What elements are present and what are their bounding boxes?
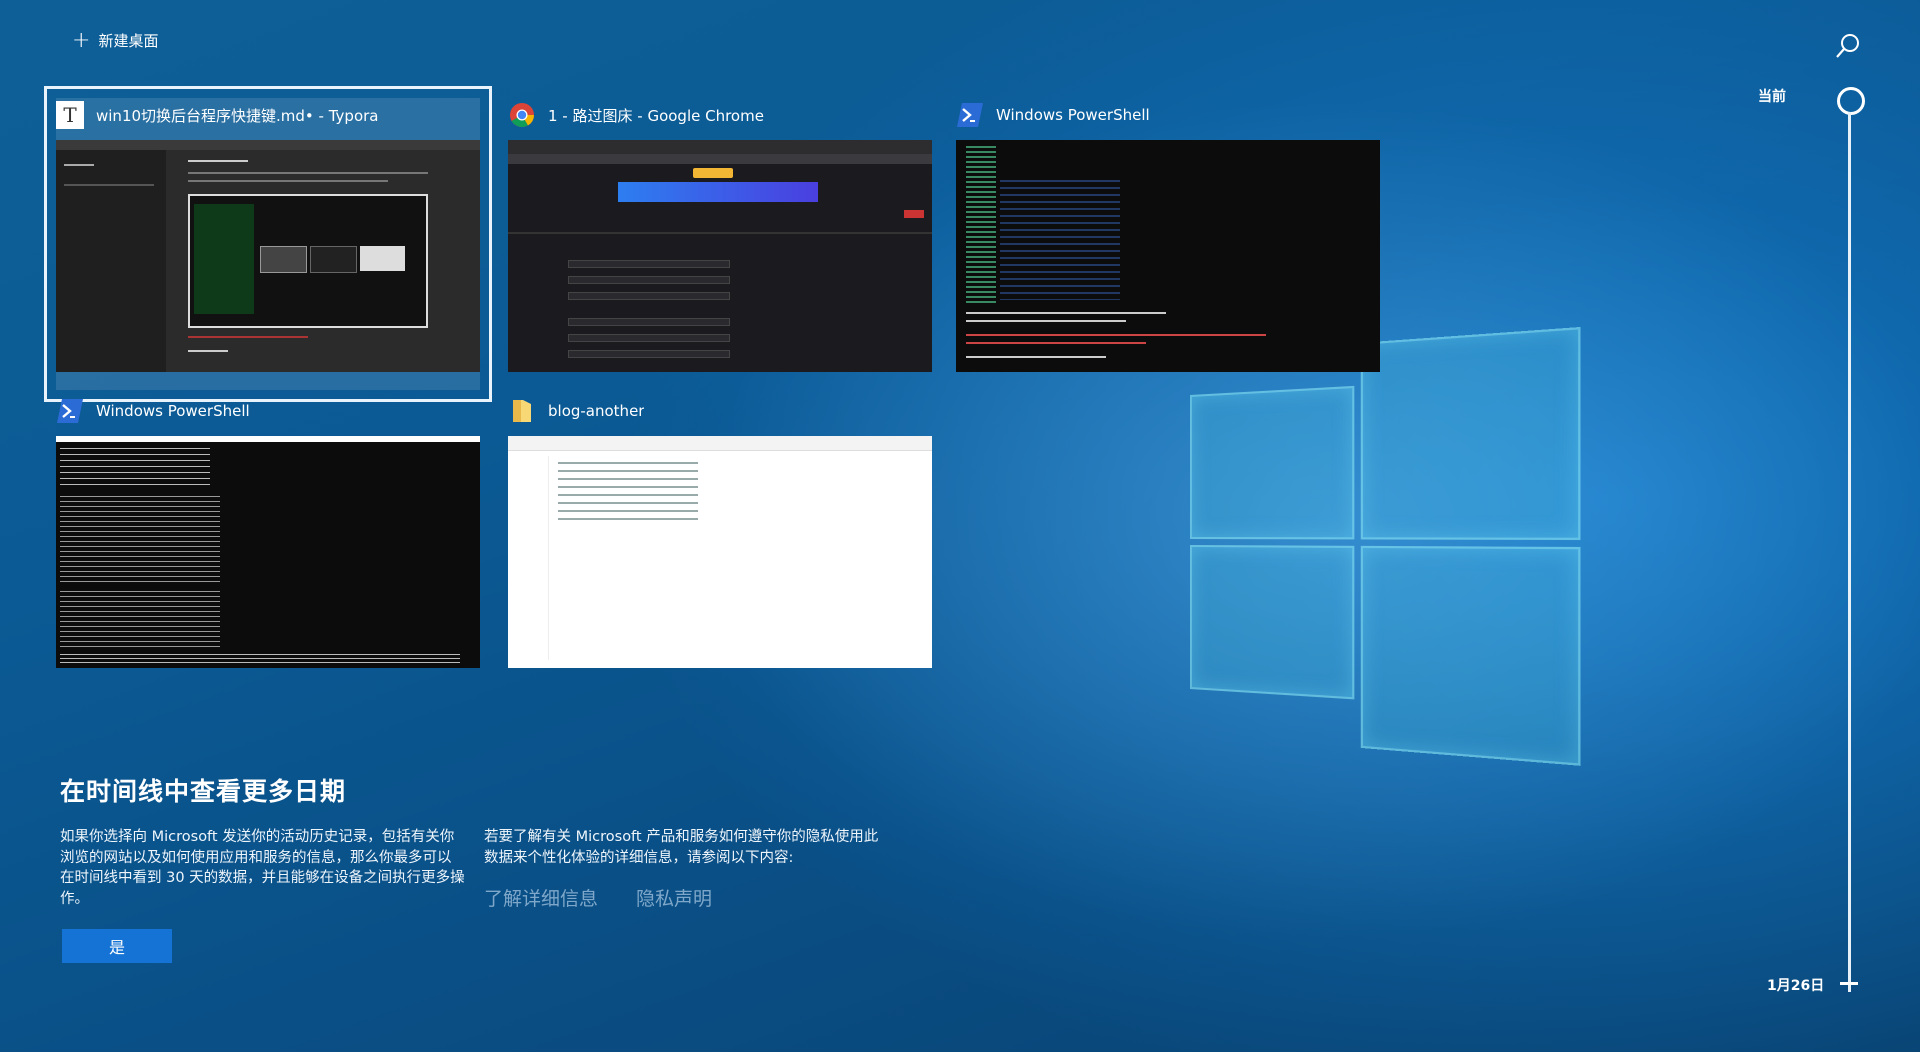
learn-more-link[interactable]: 了解详细信息 <box>484 884 598 911</box>
task-view-window-powershell-1[interactable]: Windows PowerShell <box>956 98 1380 390</box>
timeline-date-marker <box>1840 982 1858 985</box>
task-view-window-powershell-2[interactable]: Windows PowerShell <box>56 394 480 686</box>
timeline-more-dates-heading: 在时间线中查看更多日期 <box>60 777 347 806</box>
task-view-window-chrome[interactable]: 1 - 路过图床 - Google Chrome <box>508 98 932 390</box>
window-thumbnail <box>508 436 932 668</box>
window-title: 1 - 路过图床 - Google Chrome <box>548 106 764 125</box>
window-title: blog-another <box>548 402 645 420</box>
task-view-window-typora[interactable]: T win10切换后台程序快捷键.md• - Typora <box>44 86 492 402</box>
privacy-description: 若要了解有关 Microsoft 产品和服务如何遵守你的隐私使用此数据来个性化体… <box>484 829 879 866</box>
powershell-icon <box>56 397 84 425</box>
new-desktop-button[interactable]: + 新建桌面 <box>72 27 159 53</box>
window-thumbnail <box>56 436 480 668</box>
chrome-icon <box>508 101 536 129</box>
window-thumbnail <box>508 140 932 372</box>
privacy-statement-link[interactable]: 隐私声明 <box>636 884 712 911</box>
folder-icon <box>508 397 536 425</box>
yes-button[interactable]: 是 <box>62 929 172 963</box>
timeline-current-label: 当前 <box>1758 89 1786 105</box>
plus-icon: + <box>72 27 91 53</box>
search-icon[interactable] <box>1834 32 1862 60</box>
window-thumbnail <box>56 140 480 372</box>
typora-icon: T <box>56 101 84 129</box>
window-thumbnail <box>956 140 1380 372</box>
timeline-date-label: 1月26日 <box>1767 978 1825 994</box>
window-title: win10切换后台程序快捷键.md• - Typora <box>96 106 379 125</box>
timeline-scrollbar[interactable] <box>1848 112 1851 992</box>
timeline-slider-handle[interactable] <box>1837 87 1865 115</box>
window-title: Windows PowerShell <box>996 106 1150 124</box>
window-title: Windows PowerShell <box>96 402 250 420</box>
task-view-window-explorer[interactable]: blog-another <box>508 394 932 686</box>
powershell-icon <box>956 101 984 129</box>
new-desktop-label: 新建桌面 <box>98 32 159 50</box>
activity-history-description: 如果你选择向 Microsoft 发送你的活动历史记录，包括有关你浏览的网站以及… <box>60 829 465 907</box>
